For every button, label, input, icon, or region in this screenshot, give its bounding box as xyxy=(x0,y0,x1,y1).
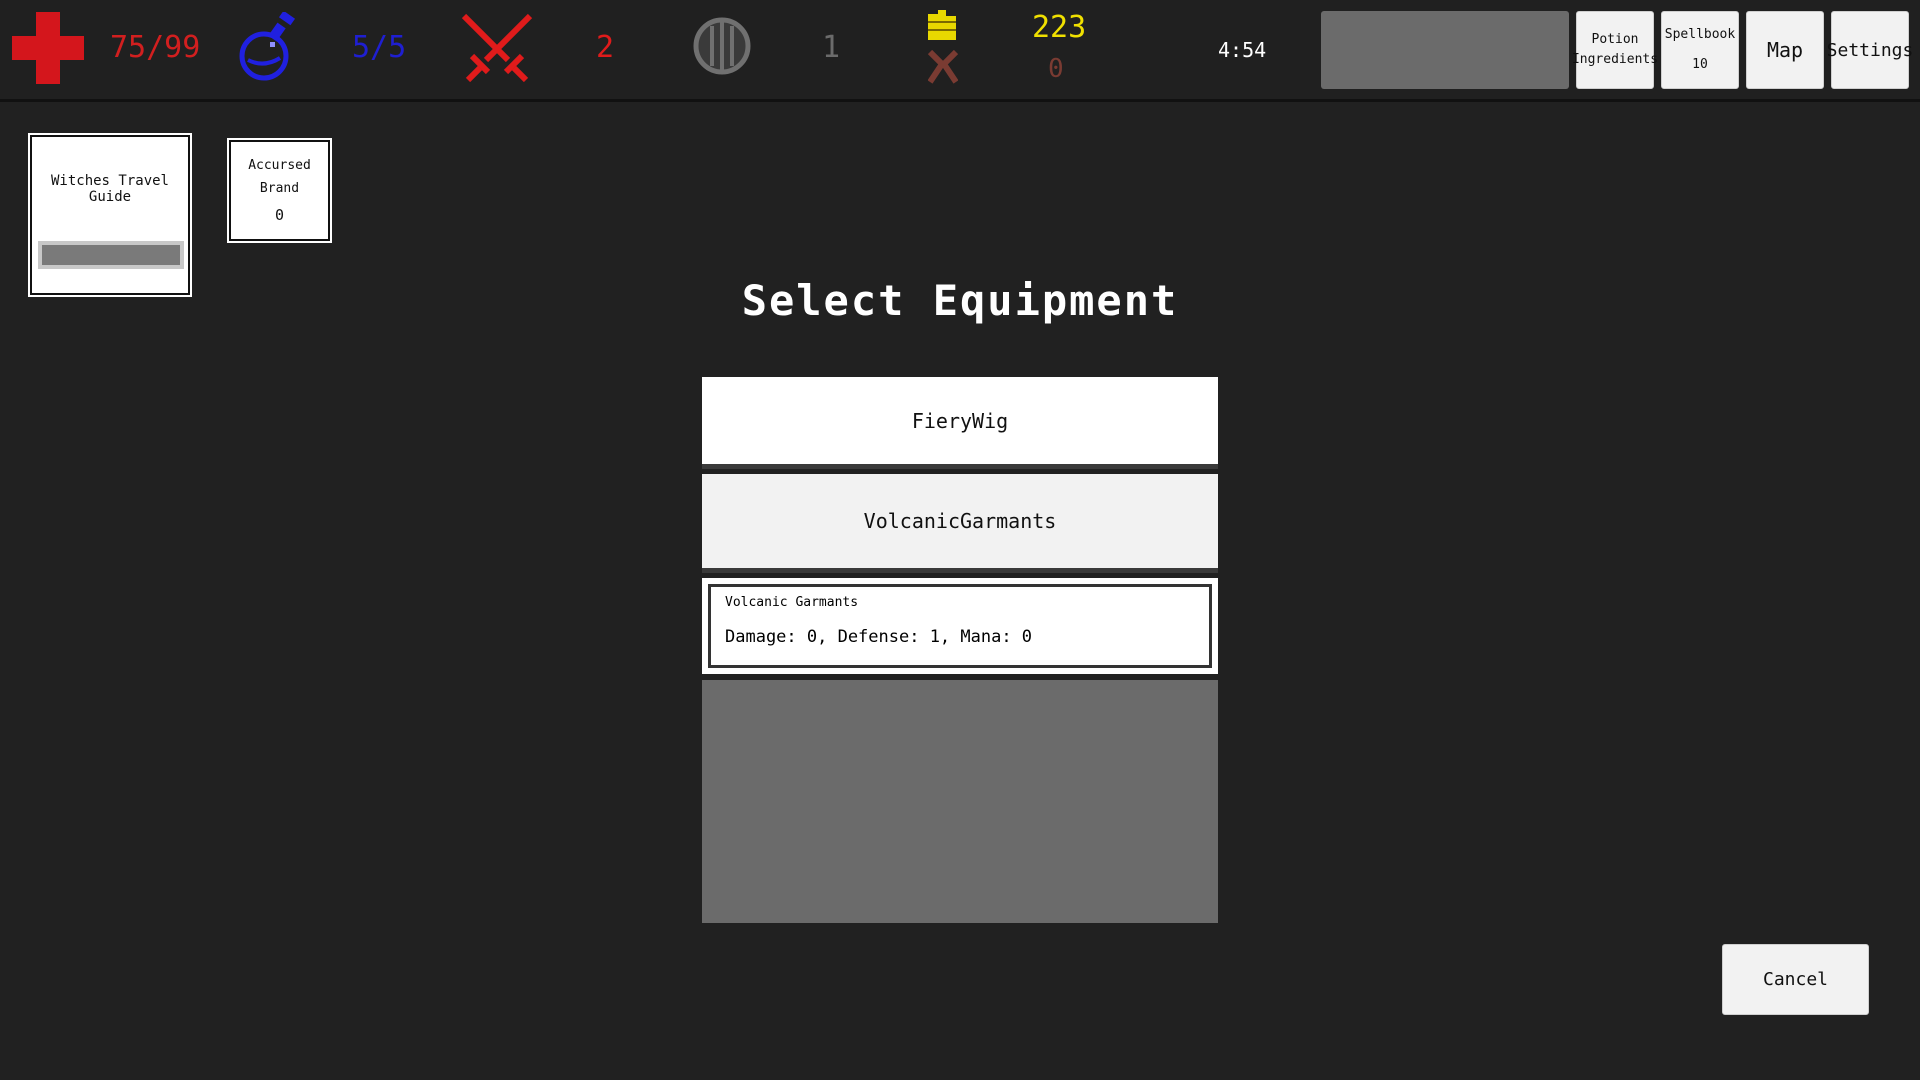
timer: 4:54 xyxy=(1218,38,1267,62)
map-label: Map xyxy=(1766,38,1804,62)
crossed-swords-icon xyxy=(461,13,533,82)
relic-count: 0 xyxy=(274,206,285,224)
settings-button[interactable]: Settings xyxy=(1827,11,1913,89)
relic-progress-bar xyxy=(38,241,184,269)
mana-value: 5/5 xyxy=(352,30,407,65)
relic-accursed-brand[interactable]: Accursed Brand 0 xyxy=(229,140,330,241)
settings-label: Settings xyxy=(1826,39,1914,61)
defense-value: 1 xyxy=(822,30,841,65)
empty-slot[interactable] xyxy=(1321,11,1569,89)
equipment-item-label: VolcanicGarmants xyxy=(863,509,1057,533)
cancel-label: Cancel xyxy=(1762,969,1829,990)
gold-value: 223 xyxy=(1032,10,1087,45)
health-value: 75/99 xyxy=(110,30,201,65)
empty-equipment-area xyxy=(702,680,1218,923)
health-cross-icon xyxy=(12,12,84,84)
top-hud-bar: 75/99 5/5 2 1 223 0 4:54 Potion Ingredie… xyxy=(0,0,1920,102)
equipment-item-volcanicgarmants[interactable]: VolcanicGarmants xyxy=(702,474,1218,573)
cancel-button[interactable]: Cancel xyxy=(1722,944,1869,1015)
gold-coins-icon xyxy=(928,10,956,40)
mana-potion-icon xyxy=(239,12,296,81)
potion-ingredients-label-1: Potion xyxy=(1591,32,1639,47)
map-button[interactable]: Map xyxy=(1746,11,1824,89)
spellbook-button[interactable]: Spellbook 10 xyxy=(1661,11,1739,89)
equipment-item-fierywig[interactable]: FieryWig xyxy=(702,377,1218,469)
gold-other-icon xyxy=(928,50,958,84)
attack-value: 2 xyxy=(596,30,615,65)
tooltip-item-name: Volcanic Garmants xyxy=(725,595,859,610)
spellbook-label: Spellbook xyxy=(1664,27,1736,42)
item-tooltip: Volcanic Garmants Damage: 0, Defense: 1,… xyxy=(702,578,1218,674)
relic-name-line2: Brand xyxy=(259,181,300,196)
relic-name-line1: Accursed xyxy=(248,158,311,173)
shield-icon xyxy=(693,17,751,75)
potion-ingredients-label-2: Ingredients xyxy=(1571,52,1659,67)
potion-ingredients-button[interactable]: Potion Ingredients xyxy=(1572,11,1658,89)
relic-witches-travel-guide[interactable]: Witches Travel Guide xyxy=(30,135,190,295)
relic-name: Witches Travel Guide xyxy=(50,173,169,205)
tooltip-item-stats: Damage: 0, Defense: 1, Mana: 0 xyxy=(725,627,1033,647)
dialog-title: Select Equipment xyxy=(741,276,1179,325)
equipment-item-label: FieryWig xyxy=(911,408,1009,433)
spellbook-count: 10 xyxy=(1692,57,1708,72)
gold-other-value: 0 xyxy=(1048,54,1064,84)
relic-progress-fill xyxy=(42,245,180,265)
